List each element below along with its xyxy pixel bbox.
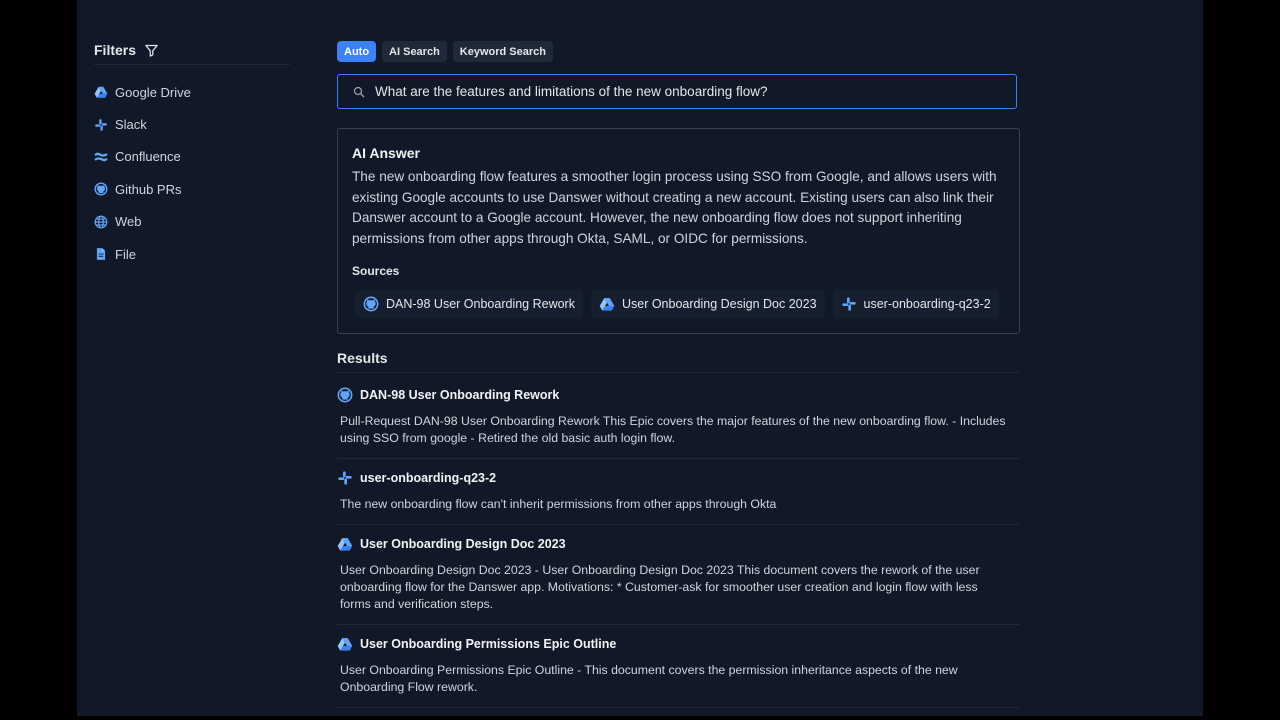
mode-auto-button[interactable]: Auto xyxy=(337,41,377,62)
search-bar xyxy=(337,74,1017,109)
github-icon xyxy=(94,182,108,196)
filter-web[interactable]: Web xyxy=(94,206,290,238)
filter-label: File xyxy=(115,246,136,262)
source-chips: DAN-98 User Onboarding Rework User Onboa… xyxy=(355,290,999,318)
result-item: User Onboarding Permissions Epic Outline… xyxy=(337,636,1020,696)
slack-icon xyxy=(94,118,108,132)
filter-label: Web xyxy=(115,214,142,230)
filter-label: Github PRs xyxy=(115,181,182,197)
search-mode-selector: Auto AI Search Keyword Search xyxy=(337,41,553,62)
filters-header: Filters xyxy=(94,42,159,58)
sources-title: Sources xyxy=(352,264,400,278)
result-header[interactable]: User Onboarding Design Doc 2023 xyxy=(337,536,1020,552)
google-drive-icon xyxy=(337,638,353,651)
google-drive-icon xyxy=(94,85,108,99)
filter-label: Google Drive xyxy=(115,84,191,100)
divider xyxy=(337,458,1020,459)
filter-google-drive[interactable]: Google Drive xyxy=(94,76,290,108)
filter-label: Slack xyxy=(115,117,147,133)
globe-icon xyxy=(94,215,108,229)
result-snippet: Pull-Request DAN-98 User Onboarding Rewo… xyxy=(340,414,1006,445)
result-title[interactable]: DAN-98 User Onboarding Rework xyxy=(360,388,559,402)
result-header[interactable]: user-onboarding-q23-2 xyxy=(337,470,1020,486)
filter-github-prs[interactable]: Github PRs xyxy=(94,173,290,205)
source-chip-label: User Onboarding Design Doc 2023 xyxy=(621,297,817,311)
result-title[interactable]: user-onboarding-q23-2 xyxy=(360,471,496,485)
slack-icon xyxy=(338,471,352,485)
result-snippet: User Onboarding Permissions Epic Outline… xyxy=(340,663,958,694)
source-chip-label: DAN-98 User Onboarding Rework xyxy=(386,297,575,311)
filters-title: Filters xyxy=(94,42,137,58)
file-icon xyxy=(94,247,108,261)
google-drive-icon xyxy=(599,298,615,311)
divider xyxy=(337,524,1020,525)
source-filter-list: Google Drive Slack Confluence Github PRs… xyxy=(94,76,290,270)
filter-label: Confluence xyxy=(115,149,181,165)
divider xyxy=(94,64,290,65)
search-icon xyxy=(353,86,365,97)
result-title[interactable]: User Onboarding Design Doc 2023 xyxy=(360,537,566,551)
filter-icon[interactable] xyxy=(144,43,159,58)
source-chip-github[interactable]: DAN-98 User Onboarding Rework xyxy=(355,290,583,318)
mode-ai-search-button[interactable]: AI Search xyxy=(382,41,447,62)
source-chip-label: user-onboarding-q23-2 xyxy=(863,297,991,311)
google-drive-icon xyxy=(337,538,353,551)
divider xyxy=(337,624,1020,625)
github-icon xyxy=(363,296,379,312)
result-header[interactable]: DAN-98 User Onboarding Rework xyxy=(337,387,1020,403)
filter-confluence[interactable]: Confluence xyxy=(94,141,290,173)
result-item: DAN-98 User Onboarding Rework Pull-Reque… xyxy=(337,387,1020,447)
github-icon xyxy=(337,387,353,403)
app-window: Filters Google Drive Slack Confluence Gi… xyxy=(77,0,1203,716)
slack-icon xyxy=(841,297,856,311)
source-chip-google-drive[interactable]: User Onboarding Design Doc 2023 xyxy=(590,290,825,318)
result-snippet: User Onboarding Design Doc 2023 - User O… xyxy=(340,563,980,611)
result-item: User Onboarding Design Doc 2023 User Onb… xyxy=(337,536,1020,613)
result-header[interactable]: User Onboarding Permissions Epic Outline xyxy=(337,636,1020,652)
divider xyxy=(337,707,1020,708)
search-input[interactable] xyxy=(373,83,1016,100)
source-chip-slack[interactable]: user-onboarding-q23-2 xyxy=(832,290,999,318)
filter-file[interactable]: File xyxy=(94,238,290,270)
ai-answer-title: AI Answer xyxy=(352,145,420,161)
confluence-icon xyxy=(94,150,108,164)
mode-keyword-search-button[interactable]: Keyword Search xyxy=(452,41,553,62)
result-item: user-onboarding-q23-2 The new onboarding… xyxy=(337,470,1020,513)
result-title[interactable]: User Onboarding Permissions Epic Outline xyxy=(360,637,616,651)
result-snippet: The new onboarding flow can't inherit pe… xyxy=(340,497,777,511)
divider xyxy=(337,372,1020,373)
filter-slack[interactable]: Slack xyxy=(94,108,290,140)
ai-answer-panel: AI Answer The new onboarding flow featur… xyxy=(337,128,1020,334)
ai-answer-text: The new onboarding flow features a smoot… xyxy=(352,169,997,246)
results-title: Results xyxy=(337,350,388,366)
